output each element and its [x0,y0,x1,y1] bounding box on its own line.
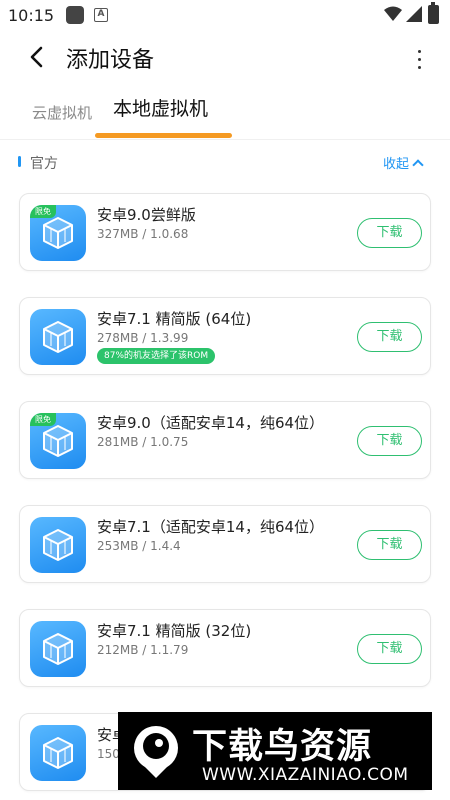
status-time: 10:15 [8,6,55,25]
section-header: 官方 收起 [0,150,450,176]
download-button[interactable]: 下载 [357,218,422,248]
tab-cloud-vm[interactable]: 云虚拟机 [32,102,92,123]
limited-free-badge: 限免 [30,413,56,426]
download-button[interactable]: 下载 [357,322,422,352]
app-icon [66,6,84,24]
bird-logo-icon [134,726,178,778]
watermark-banner: 下载鸟资源 WWW.XIAZAINIAO.COM [118,712,432,790]
virtual-machine-cube-icon [43,633,73,665]
rom-icon: 限免 [30,413,86,469]
download-button[interactable]: 下载 [357,634,422,664]
wifi-icon [384,6,402,21]
rom-size-version: 150 [97,747,120,761]
virtual-machine-cube-icon [43,529,73,561]
rom-size-version: 278MB / 1.3.99 [97,331,189,345]
page-title: 添加设备 [66,48,155,73]
status-bar: 10:15 A [0,0,450,32]
virtual-machine-cube-icon [43,737,73,769]
rom-card[interactable]: 安卓7.1 精简版 (64位) 278MB / 1.3.99 87%的机友选择了该R… [19,297,431,375]
section-marker [18,156,21,167]
virtual-machine-cube-icon [43,425,73,457]
watermark-title: 下载鸟资源 [192,727,373,767]
rom-card[interactable]: 限免 安卓9.0尝鲜版 327MB / 1.0.68 下载 [19,193,431,271]
rom-icon [30,725,86,781]
rom-card[interactable]: 安卓7.1 精简版 (32位) 212MB / 1.1.79 下载 [19,609,431,687]
app-bar: 添加设备 [0,32,450,82]
rom-icon: 限免 [30,205,86,261]
rom-size-version: 327MB / 1.0.68 [97,227,189,241]
virtual-machine-cube-icon [43,321,73,353]
rom-size-version: 253MB / 1.4.4 [97,539,181,553]
collapse-label: 收起 [383,157,410,172]
rom-card[interactable]: 安卓7.1（适配安卓14，纯64位） 253MB / 1.4.4 下载 [19,505,431,583]
battery-icon [428,2,439,24]
rom-size-version: 281MB / 1.0.75 [97,435,189,449]
rom-card[interactable]: 限免 安卓9.0（适配安卓14，纯64位） 281MB / 1.0.75 下载 [19,401,431,479]
rom-name: 安卓7.1（适配安卓14，纯64位） [97,518,325,536]
rom-icon [30,309,86,365]
chevron-left-icon [30,46,43,68]
download-button[interactable]: 下载 [357,530,422,560]
rom-name: 安卓9.0尝鲜版 [97,206,196,224]
tab-local-vm[interactable]: 本地虚拟机 [113,94,208,121]
rom-name: 安卓9.0（适配安卓14，纯64位） [97,414,325,432]
watermark-url: WWW.XIAZAINIAO.COM [202,765,409,785]
more-vertical-icon [417,50,421,53]
tab-indicator [95,133,232,138]
rom-icon [30,517,86,573]
rom-size-version: 212MB / 1.1.79 [97,643,189,657]
popularity-tag: 87%的机友选择了该ROM [97,348,216,364]
limited-free-badge: 限免 [30,205,56,218]
back-button[interactable] [22,42,52,72]
rom-name: 安卓7.1 精简版 (32位) [97,622,252,640]
signal-icon [406,6,422,22]
collapse-button[interactable]: 收起 [383,153,424,172]
download-button[interactable]: 下载 [357,426,422,456]
virtual-machine-cube-icon [43,217,73,249]
more-button[interactable] [406,42,432,72]
a-icon: A [94,8,108,22]
rom-icon [30,621,86,677]
rom-name: 安卓7.1 精简版 (64位) [97,310,252,328]
tab-bar: 云虚拟机 本地虚拟机 [0,88,450,140]
section-label: 官方 [30,156,58,172]
chevron-up-icon [412,159,424,171]
